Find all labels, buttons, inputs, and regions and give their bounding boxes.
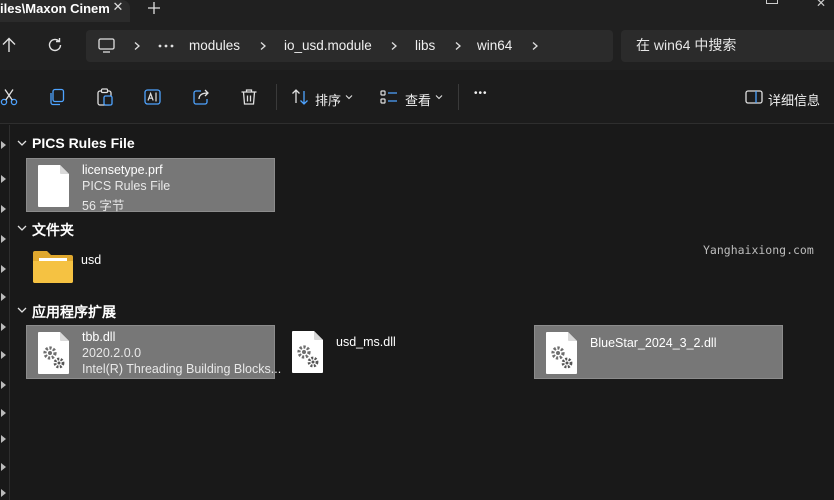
group-header-folders[interactable]: 文件夹 [16,220,96,238]
search-input[interactable] [636,37,826,53]
clipboard-icon [97,88,113,106]
this-pc-icon[interactable] [98,38,115,53]
crumb-libs[interactable]: libs [415,38,435,53]
expand-arrow-icon[interactable] [1,293,7,301]
active-tab[interactable]: iles\Maxon Cinem ✕ [0,0,130,22]
expand-arrow-icon[interactable] [1,323,7,331]
rename-icon [144,89,161,105]
view-label: 查看 [405,93,432,108]
toolbar-divider [458,84,459,110]
share-icon [193,89,209,105]
dll-gear-icon [292,331,323,373]
trash-icon [241,89,257,105]
expand-arrow-icon[interactable] [1,435,7,443]
dll-gear-icon [546,332,577,374]
search-box[interactable] [621,30,834,62]
more-crumbs-icon[interactable] [158,44,174,48]
expand-arrow-icon[interactable] [1,141,7,149]
tab-title: iles\Maxon Cinem [0,1,110,16]
chevron-right-icon[interactable] [453,41,463,51]
item-name: licensetype.prf [82,163,163,177]
item-description: Intel(R) Threading Building Blocks... [82,362,282,376]
group-title: 文件夹 [32,222,74,238]
file-item-usd-ms-dll[interactable]: usd_ms.dll [281,325,530,379]
expand-arrow-icon[interactable] [1,409,7,417]
details-pane-icon [745,90,763,104]
chevron-down-icon [435,95,443,100]
toolbar-divider [276,84,277,110]
share-button[interactable] [192,88,210,106]
item-type: PICS Rules File [82,179,171,193]
cut-button[interactable] [0,88,18,106]
chevron-right-icon[interactable] [132,41,142,51]
maximize-button[interactable] [766,0,778,4]
close-tab-icon[interactable]: ✕ [110,0,126,16]
group-title: PICS Rules File [32,135,135,151]
scissors-icon [0,89,18,106]
group-header-app-extensions[interactable]: 应用程序扩展 [16,302,136,320]
expand-arrow-icon[interactable] [1,175,7,183]
dll-gear-icon [38,332,69,374]
expand-arrow-icon[interactable] [1,489,7,497]
refresh-icon [48,38,62,52]
folder-icon [33,251,73,283]
expand-arrow-icon[interactable] [1,235,7,243]
crumb-modules[interactable]: modules [189,38,240,53]
folder-item-usd[interactable]: usd [26,243,275,297]
rename-button[interactable] [144,88,162,106]
group-title: 应用程序扩展 [32,304,116,320]
file-item-bluestar-dll[interactable]: BlueStar_2024_3_2.dll [534,325,783,379]
chevron-down-icon [17,225,27,231]
crumb-io-usd-module[interactable]: io_usd.module [284,38,372,53]
view-list-icon [380,90,397,104]
sort-icon [292,89,308,105]
navigation-pane [0,125,10,500]
expand-arrow-icon[interactable] [1,381,7,389]
chevron-right-icon[interactable] [530,41,540,51]
file-item-tbb-dll[interactable]: tbb.dll 2020.2.0.0 Intel(R) Threading Bu… [26,325,281,379]
sort-label: 排序 [315,93,342,108]
document-icon [38,165,69,207]
watermark-text: Yanghaixiong.com [703,243,814,257]
file-item-licensetype[interactable]: licensetype.prf PICS Rules File 56 字节 [26,158,275,213]
expand-arrow-icon[interactable] [1,205,7,213]
copy-button[interactable] [48,88,66,106]
delete-button[interactable] [240,88,258,106]
group-header-pics[interactable]: PICS Rules File [16,135,146,153]
chevron-right-icon[interactable] [389,41,399,51]
chevron-down-icon [345,95,353,100]
up-button[interactable] [0,36,18,54]
address-bar-row: modules io_usd.module libs win64 [0,22,834,70]
arrow-up-icon [2,37,16,52]
item-size: 56 字节 [82,199,125,213]
breadcrumb[interactable]: modules io_usd.module libs win64 [86,30,613,62]
item-name: usd [81,253,102,267]
tab-strip: iles\Maxon Cinem ✕ ✕ [0,0,834,22]
details-label: 详细信息 [768,93,821,108]
chevron-right-icon[interactable] [258,41,268,51]
item-name: usd_ms.dll [336,335,396,349]
crumb-win64[interactable]: win64 [477,38,512,53]
expand-arrow-icon[interactable] [1,265,7,273]
expand-arrow-icon[interactable] [1,463,7,471]
item-name: BlueStar_2024_3_2.dll [590,336,717,350]
chevron-down-icon [17,307,27,313]
chevron-down-icon [17,140,27,146]
expand-arrow-icon[interactable] [1,351,7,359]
plus-icon [148,2,160,14]
more-options-button[interactable]: ••• [474,88,488,99]
window-close-button[interactable]: ✕ [816,0,826,10]
refresh-button[interactable] [46,36,64,54]
command-bar: 排序 查看 ••• 详细信息 [0,70,834,124]
copy-icon [50,88,65,106]
item-version: 2020.2.0.0 [82,346,142,360]
paste-button[interactable] [96,88,114,106]
item-name: tbb.dll [82,330,116,344]
new-tab-button[interactable] [146,0,162,16]
